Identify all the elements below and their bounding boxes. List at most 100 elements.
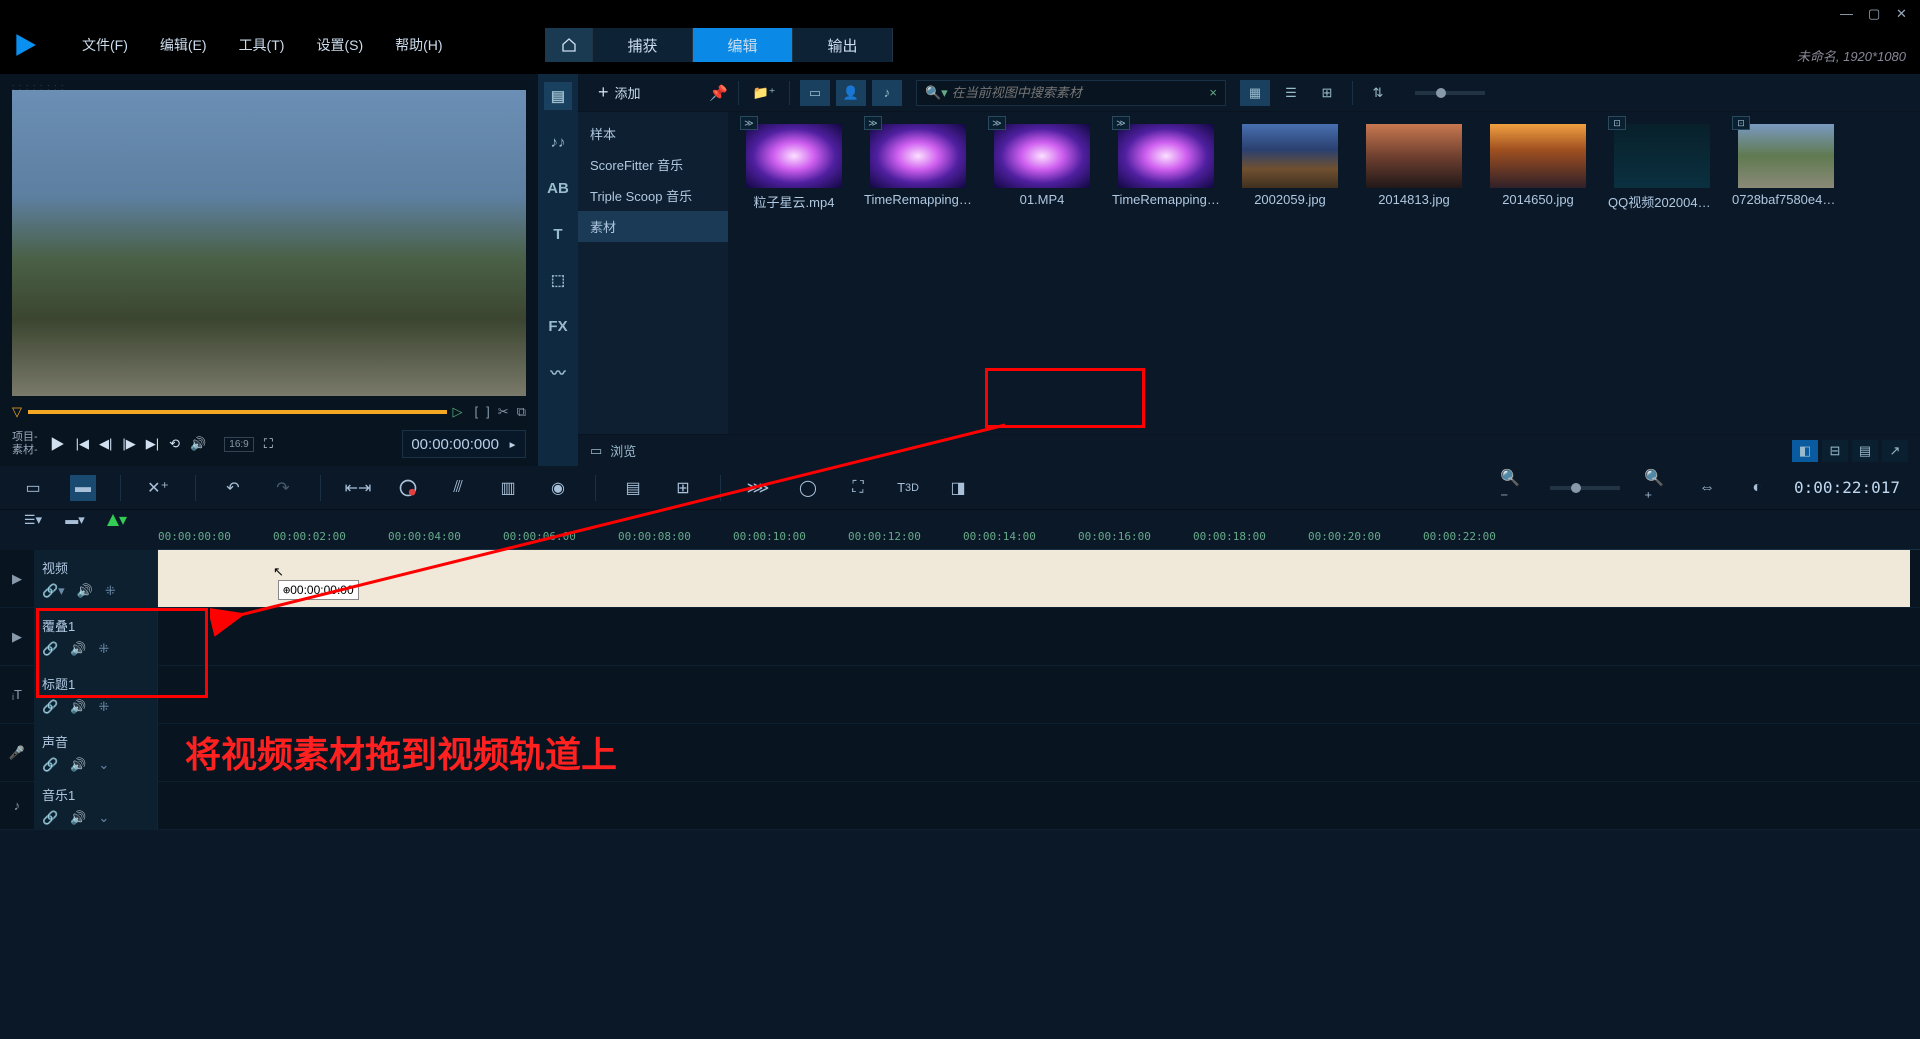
fx-toggle-icon[interactable]: ⁜ xyxy=(98,699,109,715)
view-thumbnail-icon[interactable]: ▦ xyxy=(1240,80,1270,106)
snapshot-icon[interactable]: ⧉ xyxy=(517,404,526,420)
path-tab-icon[interactable]: 〰 xyxy=(544,358,572,386)
browse-icon[interactable]: ▭ xyxy=(590,443,602,459)
library-item[interactable]: 2002059.jpg xyxy=(1236,124,1344,211)
panel-layout-1-icon[interactable]: ◧ xyxy=(1792,440,1818,462)
chapter-icon[interactable]: ⊞ xyxy=(670,475,696,501)
zoom-in-icon[interactable]: 🔍⁺ xyxy=(1644,475,1670,501)
tab-output[interactable]: 输出 xyxy=(793,28,893,62)
audio-tab-icon[interactable]: ♪♪ xyxy=(544,128,572,156)
link-icon[interactable]: 🔗▾ xyxy=(42,583,65,599)
split-screen-icon[interactable]: ◨ xyxy=(945,475,971,501)
library-search[interactable]: 🔍▾ × xyxy=(916,80,1226,106)
split-icon[interactable]: ✂ xyxy=(498,404,509,420)
menu-edit[interactable]: 编辑(E) xyxy=(144,35,223,55)
play-button[interactable] xyxy=(48,435,66,453)
add-media-button[interactable]: + 添加 📌 xyxy=(588,78,728,107)
mark-out-icon[interactable]: ] xyxy=(486,404,490,420)
sort-icon[interactable]: ⇅ xyxy=(1363,80,1393,106)
track-visibility-icon[interactable]: ▬▾ xyxy=(62,507,88,533)
panel-popout-icon[interactable]: ↗ xyxy=(1882,440,1908,462)
video-clip[interactable] xyxy=(158,550,1910,607)
music-track[interactable]: ♪ 音乐1 🔗 🔊 ⌄ xyxy=(0,782,1920,830)
mute-icon[interactable]: 🔊 xyxy=(70,757,86,773)
library-item[interactable]: ≫TimeRemapping.vsp xyxy=(864,124,972,211)
thumb-size-slider[interactable] xyxy=(1415,91,1485,95)
prev-frame-icon[interactable]: ◀| xyxy=(99,436,112,452)
library-item[interactable]: ≫粒子星云.mp4 xyxy=(740,124,848,211)
library-item[interactable]: 2014650.jpg xyxy=(1484,124,1592,211)
timeline-view-icon[interactable]: ▬ xyxy=(70,475,96,501)
loop-icon[interactable]: ⟲ xyxy=(169,436,180,452)
mark-in-icon[interactable]: [ xyxy=(475,404,479,420)
tab-edit[interactable]: 编辑 xyxy=(693,28,793,62)
library-item[interactable]: 2014813.jpg xyxy=(1360,124,1468,211)
record-icon[interactable] xyxy=(395,475,421,501)
filter-video-icon[interactable]: ▭ xyxy=(800,80,830,106)
undo-icon[interactable]: ↶ xyxy=(220,475,246,501)
trim-icon[interactable]: ⇤⇥ xyxy=(345,475,371,501)
import-folder-icon[interactable]: 📁⁺ xyxy=(749,80,779,106)
link-icon[interactable]: 🔗 xyxy=(42,699,58,715)
project-duration-icon[interactable]: ◐ xyxy=(1744,475,1770,501)
timeline-ruler[interactable]: 00:00:00:0000:00:02:0000:00:04:0000:00:0… xyxy=(158,530,1920,550)
fx-toggle-icon[interactable]: ⁜ xyxy=(105,583,116,599)
tools-icon[interactable]: ✕⁺ xyxy=(145,475,171,501)
fullscreen-icon[interactable]: ⛶ xyxy=(264,436,273,452)
maximize-icon[interactable]: ▢ xyxy=(1868,6,1884,22)
tree-assets[interactable]: 素材 xyxy=(578,211,728,242)
panel-grip[interactable]: : : : : : : : : xyxy=(12,82,526,88)
expand-icon[interactable]: ⌄ xyxy=(98,757,109,773)
preview-viewport[interactable] xyxy=(12,90,526,396)
tab-capture[interactable]: 捕获 xyxy=(593,28,693,62)
marker-icon[interactable]: ▾ xyxy=(104,507,130,533)
go-start-icon[interactable]: |◀ xyxy=(76,436,89,452)
library-item[interactable]: ⊡0728baf7580e4b... xyxy=(1732,124,1840,211)
pin-icon[interactable]: 📌 xyxy=(709,84,728,102)
storyboard-view-icon[interactable]: ▭ xyxy=(20,475,46,501)
mute-icon[interactable]: 🔊 xyxy=(70,699,86,715)
transition-tab-icon[interactable]: AB xyxy=(544,174,572,202)
go-end-icon[interactable]: ▶| xyxy=(146,436,159,452)
library-item[interactable]: ⊡QQ视频20200419... xyxy=(1608,124,1716,211)
subtitle-icon[interactable]: ▤ xyxy=(620,475,646,501)
fx-tab-icon[interactable]: FX xyxy=(544,312,572,340)
link-icon[interactable]: 🔗 xyxy=(42,641,58,657)
minimize-icon[interactable]: — xyxy=(1840,6,1856,22)
mixer-icon[interactable]: ⫻ xyxy=(445,475,471,501)
view-grid-icon[interactable]: ⊞ xyxy=(1312,80,1342,106)
menu-tools[interactable]: 工具(T) xyxy=(223,35,301,55)
media-tab-icon[interactable]: ▤ xyxy=(544,82,572,110)
mute-icon[interactable]: 🔊 xyxy=(70,641,86,657)
multi-trim-icon[interactable]: ◉ xyxy=(545,475,571,501)
link-icon[interactable]: 🔗 xyxy=(42,757,58,773)
panel-layout-2-icon[interactable]: ⊟ xyxy=(1822,440,1848,462)
title-tab-icon[interactable]: T xyxy=(544,220,572,248)
search-input[interactable] xyxy=(952,85,1210,100)
zoom-out-icon[interactable]: 🔍⁻ xyxy=(1500,475,1526,501)
tree-sample[interactable]: 样本 xyxy=(578,118,728,149)
motion-tracking-icon[interactable]: ⋙ xyxy=(745,475,771,501)
pan-zoom-icon[interactable]: ◯ xyxy=(795,475,821,501)
tree-scorefitter[interactable]: ScoreFitter 音乐 xyxy=(578,149,728,180)
clear-search-icon[interactable]: × xyxy=(1209,85,1217,100)
filter-audio-icon[interactable]: ♪ xyxy=(872,80,902,106)
preview-mode-label[interactable]: 项目- 素材- xyxy=(12,431,38,457)
tab-home[interactable] xyxy=(545,28,593,62)
menu-file[interactable]: 文件(F) xyxy=(66,35,144,55)
video-track[interactable]: ▶ 视频 🔗▾ 🔊 ⁜ ⊕00:00:00:00 ↖ xyxy=(0,550,1920,608)
volume-icon[interactable]: 🔊 xyxy=(190,436,206,452)
fx-toggle-icon[interactable]: ⁜ xyxy=(98,641,109,657)
library-item[interactable]: ≫TimeRemapping0... xyxy=(1112,124,1220,211)
browse-label[interactable]: 浏览 xyxy=(610,441,636,460)
mute-icon[interactable]: 🔊 xyxy=(70,810,86,826)
menu-settings[interactable]: 设置(S) xyxy=(300,35,379,55)
aspect-ratio-button[interactable]: 16:9 xyxy=(224,437,253,452)
preview-timecode[interactable]: 00:00:00:000 ▸ xyxy=(402,430,526,458)
3d-title-icon[interactable]: T3D xyxy=(895,475,921,501)
title-track[interactable]: ᵢT 标题1 🔗 🔊 ⁜ xyxy=(0,666,1920,724)
preview-scrubber[interactable]: ▽ ▷ [ ] ✂ ⧉ xyxy=(12,402,526,422)
mask-icon[interactable]: ⛶ xyxy=(845,475,871,501)
fit-project-icon[interactable]: ⇔ xyxy=(1694,475,1720,501)
panel-layout-3-icon[interactable]: ▤ xyxy=(1852,440,1878,462)
